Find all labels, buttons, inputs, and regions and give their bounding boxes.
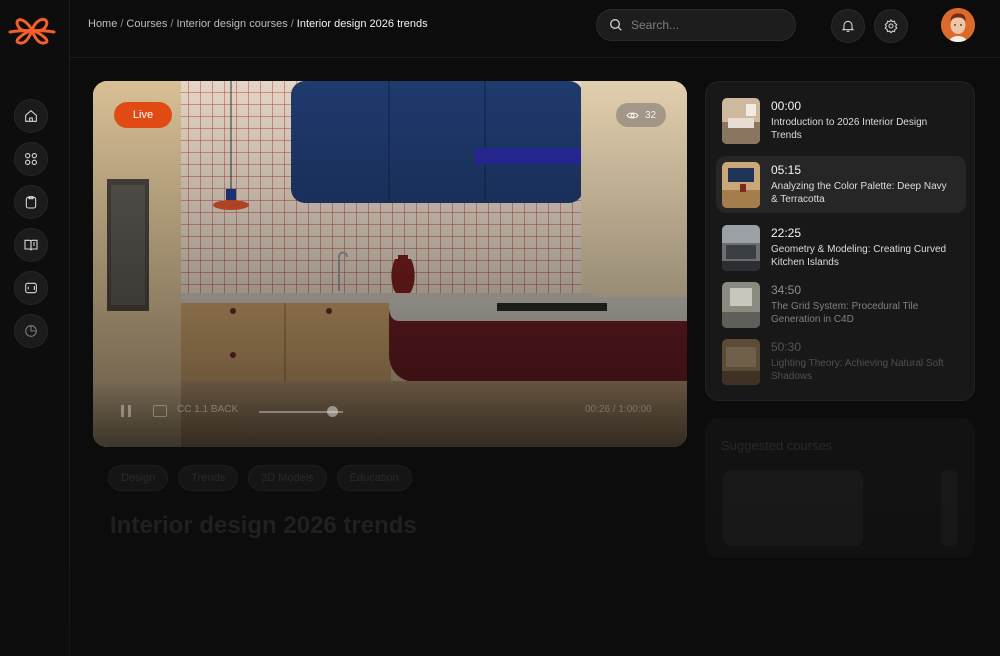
course-title: Interior design 2026 trends bbox=[110, 512, 417, 539]
sidebar-item-home[interactable] bbox=[14, 99, 48, 133]
volume-slider-handle[interactable] bbox=[327, 406, 339, 417]
suggested-course-card[interactable] bbox=[941, 470, 957, 546]
suggested-course-card[interactable] bbox=[723, 470, 863, 546]
chapter-item[interactable]: 22:25 Geometry & Modeling: Creating Curv… bbox=[716, 219, 966, 276]
breadcrumb-category[interactable]: Interior design courses bbox=[176, 18, 287, 30]
chapter-title: Lighting Theory: Achieving Natural Soft … bbox=[771, 358, 944, 382]
book-icon bbox=[24, 239, 38, 251]
tag-chip[interactable]: 3D Models bbox=[248, 465, 327, 491]
breadcrumb-separator: / bbox=[120, 18, 124, 30]
bell-icon bbox=[841, 20, 855, 32]
gear-icon bbox=[884, 19, 898, 34]
chapter-item[interactable]: 34:50 The Grid System: Procedural Tile G… bbox=[716, 276, 966, 333]
breadcrumb-home[interactable]: Home bbox=[88, 18, 117, 30]
sidebar-item-videos[interactable] bbox=[14, 271, 48, 305]
viewer-count-badge: 32 bbox=[616, 103, 666, 127]
search-box[interactable] bbox=[596, 9, 796, 41]
chapter-thumbnail bbox=[722, 97, 760, 144]
search-icon bbox=[610, 19, 622, 31]
breadcrumb-separator: / bbox=[290, 18, 294, 30]
chapter-list: 00:00 Introduction to 2026 Interior Desi… bbox=[705, 81, 975, 401]
sidebar bbox=[0, 0, 70, 656]
user-avatar[interactable] bbox=[941, 8, 975, 42]
clipboard-icon bbox=[25, 196, 37, 209]
sidebar-item-tasks[interactable] bbox=[14, 185, 48, 219]
chapter-time: 22:25 bbox=[771, 226, 802, 240]
pie-chart-icon bbox=[25, 325, 37, 337]
video-time: 00:26 / 1:00:00 bbox=[585, 404, 652, 415]
breadcrumb-separator: / bbox=[170, 18, 174, 30]
tag-chip[interactable]: Trends bbox=[178, 465, 239, 491]
top-header: Home / Courses / Interior design courses / Int… bbox=[70, 0, 1000, 58]
tag-chip[interactable]: Education bbox=[336, 465, 412, 491]
settings-button[interactable] bbox=[874, 9, 908, 43]
grid-icon bbox=[24, 152, 38, 166]
chapter-thumbnail bbox=[722, 281, 760, 328]
sidebar-nav bbox=[14, 99, 48, 348]
viewer-count: 32 bbox=[644, 109, 657, 121]
search-input[interactable] bbox=[631, 18, 781, 32]
user-avatar-image bbox=[941, 8, 975, 42]
chapter-title: The Grid System: Procedural Tile Generat… bbox=[771, 301, 919, 325]
sidebar-item-dashboard[interactable] bbox=[14, 142, 48, 176]
live-badge: Live bbox=[114, 102, 172, 128]
breadcrumb-current: Interior design 2026 trends bbox=[296, 18, 428, 30]
captions-button[interactable] bbox=[153, 405, 167, 417]
tag-chip[interactable]: Design bbox=[108, 465, 169, 491]
course-tags: Design Trends 3D Models Education bbox=[108, 465, 412, 491]
video-controls: CC 1.1 BACK 00:26 / 1:00:00 bbox=[93, 381, 687, 447]
chapter-time: 05:15 bbox=[771, 163, 802, 177]
chapter-title: Geometry & Modeling: Creating Curved Kit… bbox=[771, 244, 947, 268]
suggested-courses: Suggested courses bbox=[705, 418, 975, 558]
breadcrumb: Home / Courses / Interior design courses / Int… bbox=[88, 18, 428, 30]
pause-button[interactable] bbox=[121, 405, 131, 417]
video-icon bbox=[25, 282, 37, 294]
chapter-thumbnail bbox=[722, 224, 760, 271]
breadcrumb-courses[interactable]: Courses bbox=[126, 18, 167, 30]
chapter-thumbnail bbox=[722, 161, 760, 208]
chapter-item[interactable]: 00:00 Introduction to 2026 Interior Desi… bbox=[716, 92, 966, 149]
sidebar-item-courses[interactable] bbox=[14, 228, 48, 262]
chapter-title: Introduction to 2026 Interior Design Tre… bbox=[771, 117, 928, 141]
eye-icon bbox=[626, 112, 639, 118]
sidebar-item-analytics[interactable] bbox=[14, 314, 48, 348]
chapter-time: 34:50 bbox=[771, 283, 802, 297]
chapter-time: 00:00 bbox=[771, 99, 802, 113]
chapter-title: Analyzing the Color Palette: Deep Navy &… bbox=[771, 181, 947, 205]
chapter-thumbnail bbox=[722, 338, 760, 385]
home-icon bbox=[25, 109, 37, 122]
chapter-item-active[interactable]: 05:15 Analyzing the Color Palette: Deep … bbox=[716, 156, 966, 213]
chapter-time: 50:30 bbox=[771, 340, 802, 354]
brand-logo-icon[interactable] bbox=[6, 12, 58, 48]
notifications-button[interactable] bbox=[831, 9, 865, 43]
app: Home / Courses / Interior design courses / Int… bbox=[0, 0, 1000, 656]
suggested-courses-title: Suggested courses bbox=[721, 438, 833, 453]
video-player[interactable]: Live 32 CC 1.1 BACK 00:26 / 1:00:00 bbox=[93, 81, 687, 447]
subtitle-label: CC 1.1 BACK bbox=[177, 404, 239, 415]
chapter-item[interactable]: 50:30 Lighting Theory: Achieving Natural… bbox=[716, 333, 966, 390]
